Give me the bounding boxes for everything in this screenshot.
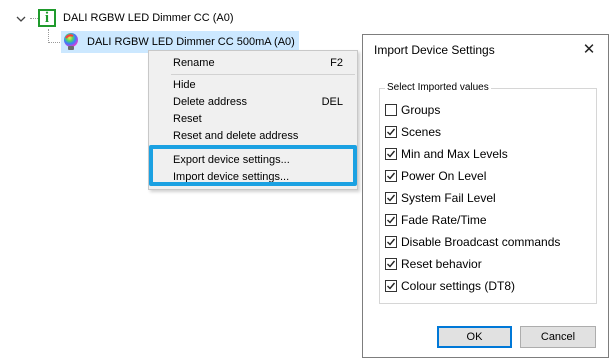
checkbox-label: Colour settings (DT8) [401, 278, 516, 293]
ok-button[interactable]: OK [437, 326, 512, 348]
tree-root-label[interactable]: DALI RGBW LED Dimmer CC (A0) [63, 12, 234, 24]
close-icon[interactable]: ✕ [572, 35, 606, 63]
context-menu: Rename F2 Hide Delete address DEL Reset … [148, 50, 358, 190]
menu-item-label: Hide [173, 79, 196, 91]
checkbox-label: Min and Max Levels [401, 146, 508, 161]
menu-item-label: Reset [173, 113, 202, 125]
checkbox-reset-behavior[interactable]: Reset behavior [385, 255, 482, 272]
imported-values-group: Select Imported values Groups Scenes Min… [379, 82, 597, 304]
chevron-down-icon[interactable] [15, 13, 27, 25]
dialog-title: Import Device Settings [374, 43, 495, 57]
import-device-settings-dialog: Import Device Settings ✕ Select Imported… [362, 34, 609, 358]
checkbox-system-fail-level[interactable]: System Fail Level [385, 189, 496, 206]
checkbox-label: Reset behavior [401, 256, 482, 271]
checkbox-label: Fade Rate/Time [401, 212, 487, 227]
checkmark-icon[interactable] [385, 191, 397, 204]
checkbox-label: Power On Level [401, 168, 487, 183]
menu-item-label: Import device settings... [173, 171, 290, 183]
menu-item-label: Delete address [173, 96, 247, 108]
menu-item-reset[interactable]: Reset [173, 111, 343, 127]
menu-item-shortcut: DEL [321, 96, 343, 108]
menu-item-hide[interactable]: Hide [173, 77, 343, 93]
checkbox-label: System Fail Level [401, 190, 496, 205]
menu-item-import-device-settings[interactable]: Import device settings... [173, 169, 343, 185]
checkmark-icon[interactable] [385, 147, 397, 160]
menu-item-shortcut: F2 [330, 57, 343, 69]
checkbox-disable-broadcast-commands[interactable]: Disable Broadcast commands [385, 233, 560, 250]
tree-connector-child [48, 42, 62, 43]
checkbox-power-on-level[interactable]: Power On Level [385, 167, 486, 184]
info-icon: i [38, 9, 56, 27]
menu-separator [171, 74, 355, 75]
checkbox-label: Disable Broadcast commands [401, 234, 561, 249]
menu-item-label: Export device settings... [173, 154, 290, 166]
rgb-bulb-icon [61, 32, 81, 52]
checkmark-icon[interactable] [385, 125, 397, 138]
menu-item-reset-and-delete-address[interactable]: Reset and delete address [173, 128, 343, 144]
menu-item-label: Rename [173, 57, 215, 69]
menu-item-label: Reset and delete address [173, 130, 299, 142]
checkbox-min-max-levels[interactable]: Min and Max Levels [385, 145, 508, 162]
group-label: Select Imported values [385, 82, 491, 94]
tree-child-label: DALI RGBW LED Dimmer CC 500mA (A0) [87, 36, 295, 48]
checkmark-icon[interactable] [385, 169, 397, 182]
menu-item-export-device-settings[interactable]: Export device settings... [173, 152, 343, 168]
checkmark-icon[interactable] [385, 213, 397, 226]
checkbox-scenes[interactable]: Scenes [385, 123, 441, 140]
checkbox-unchecked-icon[interactable] [385, 103, 397, 116]
checkbox-colour-settings-dt8[interactable]: Colour settings (DT8) [385, 277, 515, 294]
checkbox-label: Groups [401, 102, 441, 117]
tree-root-row[interactable] [15, 8, 27, 30]
checkmark-icon[interactable] [385, 257, 397, 270]
checkmark-icon[interactable] [385, 235, 397, 248]
checkmark-icon[interactable] [385, 279, 397, 292]
checkbox-groups[interactable]: Groups [385, 101, 440, 118]
menu-separator [171, 147, 355, 148]
menu-item-delete-address[interactable]: Delete address DEL [173, 94, 343, 110]
tree-connector-vertical [48, 29, 49, 43]
checkbox-label: Scenes [401, 124, 442, 139]
cancel-button[interactable]: Cancel [520, 326, 596, 348]
menu-item-rename[interactable]: Rename F2 [173, 55, 343, 71]
checkbox-fade-rate-time[interactable]: Fade Rate/Time [385, 211, 487, 228]
